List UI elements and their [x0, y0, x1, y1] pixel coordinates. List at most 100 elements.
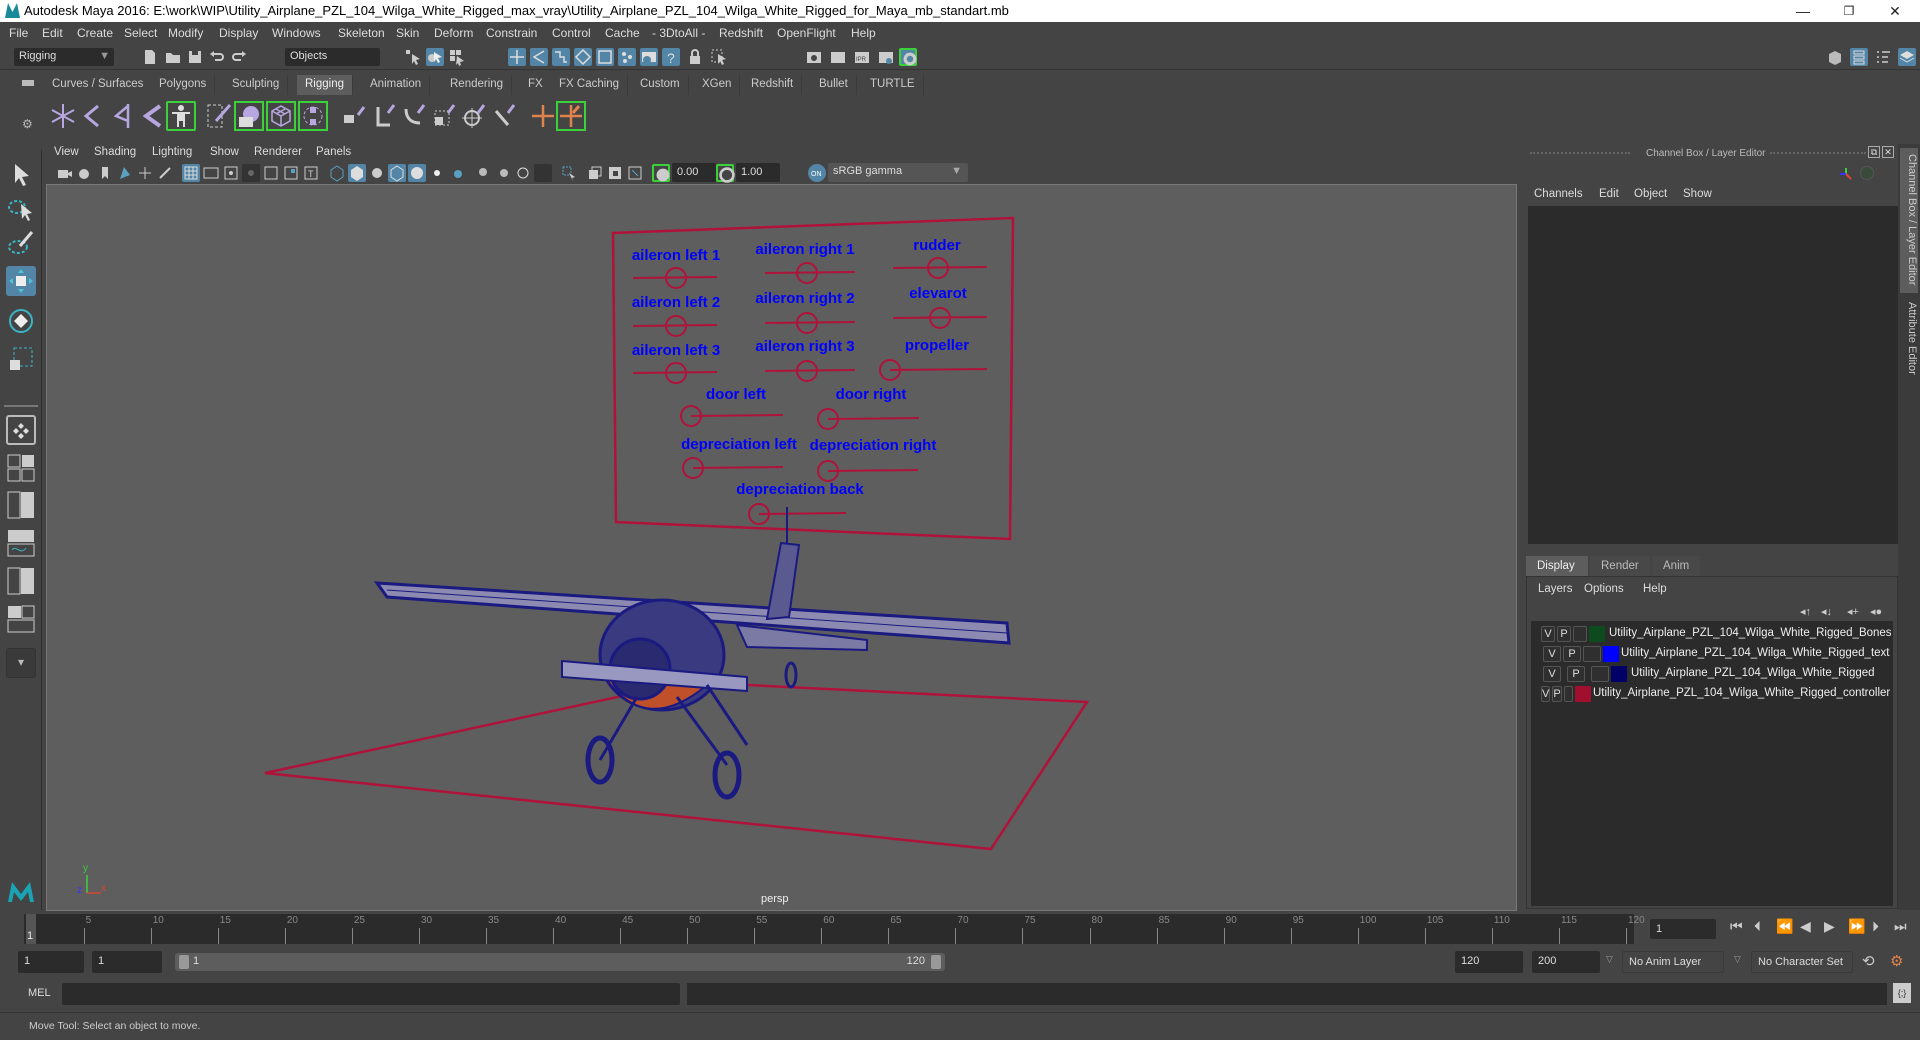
exposure-icon[interactable] [652, 164, 670, 182]
hypershade-persp-layout-icon[interactable] [6, 566, 36, 596]
go-to-start-icon[interactable]: ⏮ [1730, 918, 1743, 935]
restore-button[interactable]: ❐ [1826, 0, 1872, 22]
shelf-tab-xgen[interactable]: XGen [694, 75, 741, 95]
exposure-field[interactable]: 0.00 [672, 163, 716, 182]
speed-toggle-icon[interactable] [1860, 166, 1874, 180]
menu-constrain[interactable]: Constrain [486, 26, 537, 40]
grease-pencil-icon[interactable] [156, 164, 174, 182]
layer-display-type-toggle[interactable] [1591, 666, 1609, 682]
new-layer-selected-icon[interactable]: ◂● [1870, 605, 1882, 618]
wireframe-icon[interactable] [328, 164, 346, 182]
layer-playback-toggle[interactable]: P [1567, 666, 1585, 682]
side-tab-attribute-editor[interactable]: Attribute Editor [1900, 296, 1918, 406]
layer-row[interactable]: V P Utility_Airplane_PZL_104_Wilga_White… [1537, 665, 1893, 684]
gamma-icon[interactable] [716, 164, 735, 183]
use-all-lights-icon[interactable] [428, 164, 446, 182]
paint-weights-icon[interactable] [204, 101, 234, 131]
shelf-tab-rigging[interactable]: Rigging [297, 75, 353, 95]
custom-rig-icon[interactable] [556, 101, 586, 131]
range-slider-bar[interactable]: 1 120 [175, 953, 945, 971]
viewport-menu-renderer[interactable]: Renderer [254, 146, 302, 158]
layer-row[interactable]: V P Utility_Airplane_PZL_104_Wilga_White… [1537, 645, 1893, 664]
viewport-menu-show[interactable]: Show [210, 146, 239, 158]
cluster-icon[interactable] [298, 101, 328, 131]
panel-drag-handle[interactable] [1770, 152, 1866, 154]
character-set-dropdown[interactable]: No Character Set [1751, 951, 1853, 973]
scale-tool-icon[interactable] [6, 344, 36, 374]
layer-menu-help[interactable]: Help [1643, 583, 1667, 595]
layer-visibility-toggle[interactable]: V [1541, 686, 1550, 702]
camera-attributes-icon[interactable] [76, 164, 94, 182]
lattice-icon[interactable] [266, 101, 296, 131]
menu-control[interactable]: Control [552, 26, 591, 40]
select-component-icon[interactable] [448, 48, 466, 66]
command-language-label[interactable]: MEL [28, 987, 51, 999]
manipulator-axes-icon[interactable] [1838, 166, 1854, 182]
undo-icon[interactable] [208, 48, 226, 66]
menu-display[interactable]: Display [219, 26, 258, 40]
menu-create[interactable]: Create [77, 26, 113, 40]
side-tab-channel-box[interactable]: Channel Box / Layer Editor [1900, 148, 1918, 293]
hypershade-icon[interactable] [899, 48, 917, 66]
select-highlight-icon[interactable] [710, 48, 728, 66]
step-forward-key-icon[interactable]: ⏵ [1872, 918, 1879, 935]
color-management-toggle-icon[interactable]: ON [808, 164, 826, 182]
render-settings-icon[interactable] [640, 48, 658, 66]
shelf-tab-redshift[interactable]: Redshift [743, 75, 803, 95]
go-to-end-icon[interactable]: ⏭ [1894, 918, 1907, 935]
layer-tab-anim[interactable]: Anim [1652, 556, 1700, 576]
scale-constraint-icon[interactable] [430, 101, 460, 131]
select-camera-icon[interactable] [56, 164, 74, 182]
default-material-icon[interactable] [368, 164, 386, 182]
shelf-tab-bullet[interactable]: Bullet [811, 75, 857, 95]
ipr-render-icon[interactable]: IPR [853, 48, 871, 66]
shelf-settings-gear-icon[interactable]: ⚙ [22, 117, 33, 131]
layer-display-type-toggle[interactable] [1573, 626, 1587, 642]
close-button[interactable]: ✕ [1872, 0, 1918, 22]
play-forwards-icon[interactable]: ▶ [1824, 918, 1835, 935]
chevron-down-icon[interactable]: ▽ [1734, 954, 1741, 965]
gamma-field[interactable]: 1.00 [736, 163, 780, 182]
layer-color-swatch[interactable] [1603, 646, 1619, 662]
layer-playback-toggle[interactable]: P [1563, 646, 1581, 662]
layer-tab-render[interactable]: Render [1590, 556, 1650, 576]
chevron-down-icon[interactable]: ▽ [1606, 954, 1613, 965]
new-scene-icon[interactable] [141, 48, 159, 66]
persp-viewport[interactable]: aileron left 1 aileron right 1 rudder ailer… [46, 184, 1517, 911]
menu-skeleton[interactable]: Skeleton [338, 26, 385, 40]
layer-color-swatch[interactable] [1611, 666, 1627, 682]
snap-live-icon[interactable] [596, 48, 614, 66]
menu-openflight[interactable]: OpenFlight [777, 26, 836, 40]
shelf-tab-fx[interactable]: FX [520, 75, 552, 95]
layer-visibility-toggle[interactable]: V [1543, 666, 1561, 682]
viewport-menu-panels[interactable]: Panels [316, 146, 351, 158]
snap-point-icon[interactable] [552, 48, 570, 66]
redo-icon[interactable] [230, 48, 248, 66]
shelf-menu-icon[interactable] [22, 80, 34, 86]
step-back-frame-icon[interactable]: ⏪ [1776, 918, 1793, 935]
snap-grid-icon[interactable] [508, 48, 526, 66]
command-input[interactable] [62, 983, 680, 1005]
channel-box-area[interactable] [1528, 206, 1898, 544]
help-icon[interactable]: ? [662, 48, 680, 66]
image-plane-icon[interactable] [116, 164, 134, 182]
shelf-tab-curves-surfaces[interactable]: Curves / Surfaces [44, 75, 153, 95]
film-gate-icon[interactable] [202, 164, 220, 182]
select-object-icon[interactable] [426, 48, 444, 66]
select-hierarchy-icon[interactable] [404, 48, 422, 66]
current-frame-field[interactable]: 1 [1650, 919, 1716, 939]
layer-playback-toggle[interactable]: P [1552, 686, 1562, 702]
viewport-menu-shading[interactable]: Shading [94, 146, 136, 158]
lasso-tool-icon[interactable] [6, 194, 36, 224]
menu-redshift[interactable]: Redshift [719, 26, 763, 40]
channel-menu-show[interactable]: Show [1683, 188, 1712, 200]
screen-space-ao-icon[interactable] [474, 164, 492, 182]
menu-deform[interactable]: Deform [434, 26, 473, 40]
layer-visibility-toggle[interactable]: V [1541, 626, 1555, 642]
menu-skin[interactable]: Skin [396, 26, 419, 40]
select-tool-icon[interactable] [6, 160, 36, 190]
channel-box-toggle-icon[interactable] [1898, 48, 1916, 66]
animation-preferences-icon[interactable]: ⚙ [1890, 952, 1903, 970]
shelf-tab-turtle[interactable]: TURTLE [862, 75, 924, 95]
bookmark-icon[interactable] [96, 164, 114, 182]
